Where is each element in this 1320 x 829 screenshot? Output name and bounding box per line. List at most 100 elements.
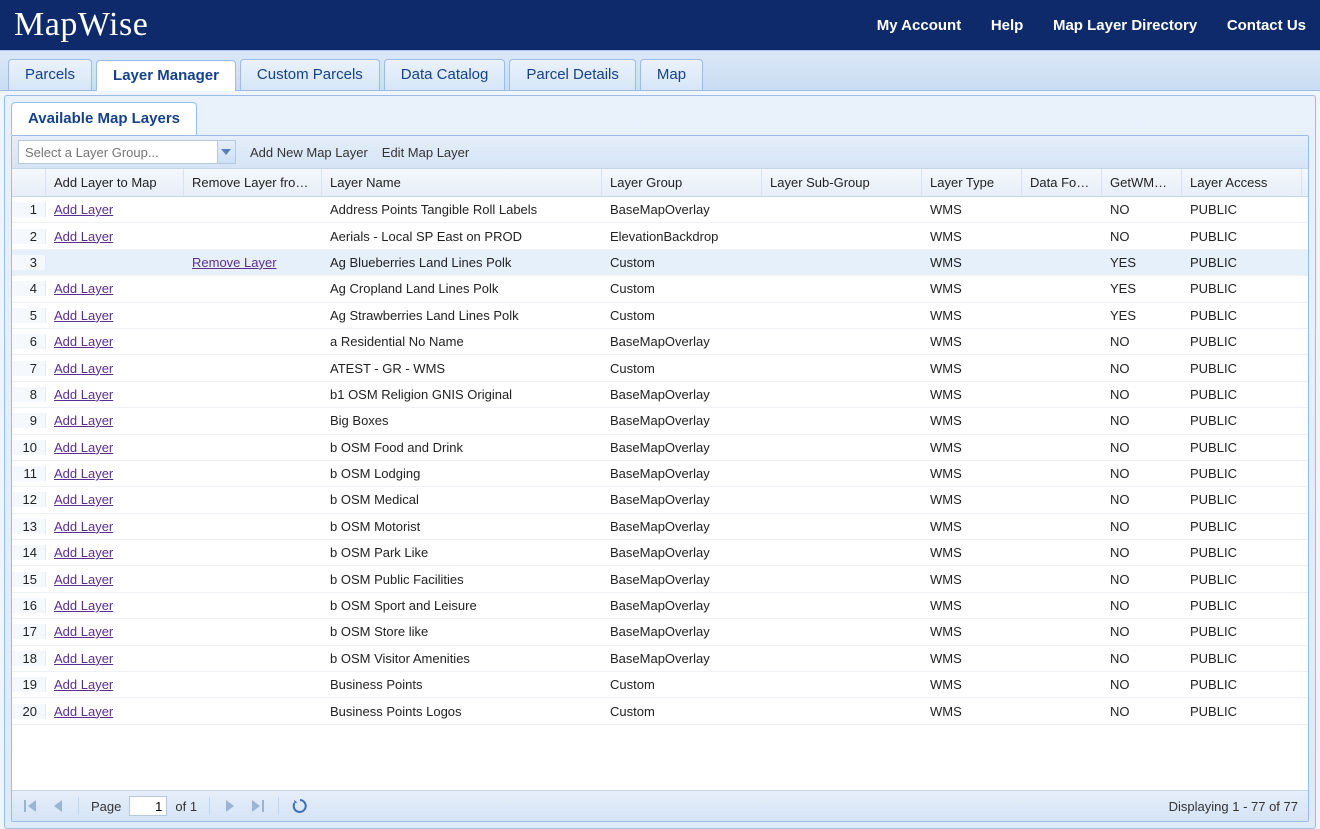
table-row[interactable]: 2 Add Layer Aerials - Local SP East on PRO… <box>12 223 1308 249</box>
cell-add-layer: Add Layer <box>46 651 184 666</box>
cell-layer-access: PUBLIC <box>1182 545 1302 560</box>
col-layer-group[interactable]: Layer Group <box>602 169 762 196</box>
add-layer-link[interactable]: Add Layer <box>54 572 113 587</box>
col-layer-name[interactable]: Layer Name <box>322 169 602 196</box>
add-layer-link[interactable]: Add Layer <box>54 229 113 244</box>
grid-body[interactable]: 1Add LayerAddress Points Tangible Roll L… <box>12 197 1308 790</box>
tab-data-catalog[interactable]: Data Catalog <box>384 59 506 90</box>
add-layer-link[interactable]: Add Layer <box>54 651 113 666</box>
cell-layer-name: b OSM Motorist <box>322 519 602 534</box>
add-layer-link[interactable]: Add Layer <box>54 308 113 323</box>
page-prev-button[interactable] <box>48 797 66 815</box>
table-row[interactable]: 16Add Layerb OSM Sport and LeisureBaseMa… <box>12 593 1308 619</box>
cell-layer-name: a Residential No Name <box>322 334 602 349</box>
col-layer-type[interactable]: Layer Type <box>922 169 1022 196</box>
page-next-icon <box>226 800 236 812</box>
table-row[interactable]: 11Add Layerb OSM LodgingBaseMapOverlayWM… <box>12 461 1308 487</box>
add-layer-link[interactable]: Add Layer <box>54 492 113 507</box>
content-panel: Available Map Layers Add New Map Layer E… <box>4 95 1316 829</box>
cell-layer-name: Address Points Tangible Roll Labels <box>322 202 602 217</box>
cell-layer-type: WMS <box>922 440 1022 455</box>
col-data-format[interactable]: Data Fo… <box>1022 169 1102 196</box>
add-layer-link[interactable]: Add Layer <box>54 545 113 560</box>
table-row[interactable]: 15Add Layerb OSM Public FacilitiesBaseMa… <box>12 566 1308 592</box>
add-layer-link[interactable]: Add Layer <box>54 361 113 376</box>
add-layer-link[interactable]: Add Layer <box>54 677 113 692</box>
nav-my-account[interactable]: My Account <box>877 17 961 34</box>
page-prev-icon <box>52 800 62 812</box>
cell-layer-type: WMS <box>922 545 1022 560</box>
row-number: 7 <box>12 361 46 376</box>
tab-parcels[interactable]: Parcels <box>8 59 92 90</box>
nav-help[interactable]: Help <box>991 17 1024 34</box>
col-rownum[interactable] <box>12 169 46 196</box>
table-row[interactable]: 12Add Layerb OSM MedicalBaseMapOverlayWM… <box>12 487 1308 513</box>
add-layer-link[interactable]: Add Layer <box>54 624 113 639</box>
remove-layer-link[interactable]: Remove Layer <box>192 255 277 270</box>
layer-group-input[interactable] <box>19 141 217 163</box>
col-layer-access[interactable]: Layer Access <box>1182 169 1302 196</box>
page-next-button[interactable] <box>222 797 240 815</box>
row-number: 20 <box>12 704 46 719</box>
col-layer-subgroup[interactable]: Layer Sub-Group <box>762 169 922 196</box>
refresh-button[interactable] <box>291 797 309 815</box>
grid-panel: Add New Map Layer Edit Map Layer Add Lay… <box>11 135 1309 822</box>
cell-getwms: NO <box>1102 492 1182 507</box>
layer-group-combo[interactable] <box>18 140 236 164</box>
table-row[interactable]: 19Add LayerBusiness PointsCustomWMSNOPUB… <box>12 672 1308 698</box>
table-row[interactable]: 13Add Layerb OSM MotoristBaseMapOverlayW… <box>12 514 1308 540</box>
table-row[interactable]: 17Add Layerb OSM Store likeBaseMapOverla… <box>12 619 1308 645</box>
subtab-available-layers[interactable]: Available Map Layers <box>11 102 197 135</box>
cell-layer-name: b OSM Lodging <box>322 466 602 481</box>
tab-custom-parcels[interactable]: Custom Parcels <box>240 59 380 90</box>
add-layer-link[interactable]: Add Layer <box>54 598 113 613</box>
cell-layer-name: Aerials - Local SP East on PROD <box>322 229 602 244</box>
table-row[interactable]: 6Add Layera Residential No NameBaseMapOv… <box>12 329 1308 355</box>
add-layer-link[interactable]: Add Layer <box>54 440 113 455</box>
brand-logo: MapWise <box>14 6 148 44</box>
combo-trigger[interactable] <box>217 141 235 163</box>
table-row[interactable]: 14Add Layerb OSM Park LikeBaseMapOverlay… <box>12 540 1308 566</box>
add-layer-link[interactable]: Add Layer <box>54 704 113 719</box>
cell-layer-type: WMS <box>922 704 1022 719</box>
col-add-layer[interactable]: Add Layer to Map <box>46 169 184 196</box>
add-layer-link[interactable]: Add Layer <box>54 202 113 217</box>
cell-getwms: NO <box>1102 572 1182 587</box>
col-getwms[interactable]: GetWM… <box>1102 169 1182 196</box>
nav-map-layer-directory[interactable]: Map Layer Directory <box>1053 17 1197 34</box>
table-row[interactable]: 10Add Layerb OSM Food and DrinkBaseMapOv… <box>12 435 1308 461</box>
table-row[interactable]: 5Add LayerAg Strawberries Land Lines Pol… <box>12 303 1308 329</box>
edit-map-layer-button[interactable]: Edit Map Layer <box>382 145 469 160</box>
add-layer-link[interactable]: Add Layer <box>54 281 113 296</box>
cell-add-layer: Add Layer <box>46 413 184 428</box>
tab-layer-manager[interactable]: Layer Manager <box>96 60 236 91</box>
add-layer-link[interactable]: Add Layer <box>54 519 113 534</box>
cell-layer-type: WMS <box>922 229 1022 244</box>
table-row[interactable]: 18Add Layerb OSM Visitor AmenitiesBaseMa… <box>12 646 1308 672</box>
table-row[interactable]: 3Remove LayerAg Blueberries Land Lines P… <box>12 250 1308 276</box>
add-layer-link[interactable]: Add Layer <box>54 413 113 428</box>
page-first-button[interactable] <box>22 797 40 815</box>
page-number-input[interactable] <box>129 796 167 816</box>
table-row[interactable]: 8Add Layerb1 OSM Religion GNIS OriginalB… <box>12 382 1308 408</box>
table-row[interactable]: 1Add LayerAddress Points Tangible Roll L… <box>12 197 1308 223</box>
cell-layer-access: PUBLIC <box>1182 413 1302 428</box>
table-row[interactable]: 4Add LayerAg Cropland Land Lines PolkCus… <box>12 276 1308 302</box>
row-number: 17 <box>12 624 46 639</box>
table-row[interactable]: 20Add LayerBusiness Points LogosCustomWM… <box>12 698 1308 724</box>
page-last-button[interactable] <box>248 797 266 815</box>
add-layer-link[interactable]: Add Layer <box>54 334 113 349</box>
table-row[interactable]: 7Add LayerATEST - GR - WMSCustomWMSNOPUB… <box>12 355 1308 381</box>
top-nav: My Account Help Map Layer Directory Cont… <box>851 17 1306 34</box>
add-layer-link[interactable]: Add Layer <box>54 387 113 402</box>
tab-parcel-details[interactable]: Parcel Details <box>509 59 636 90</box>
table-row[interactable]: 9Add LayerBig BoxesBaseMapOverlayWMSNOPU… <box>12 408 1308 434</box>
add-new-map-layer-button[interactable]: Add New Map Layer <box>250 145 368 160</box>
tab-map[interactable]: Map <box>640 59 703 90</box>
add-layer-link[interactable]: Add Layer <box>54 466 113 481</box>
row-number: 2 <box>12 229 46 244</box>
cell-layer-group: BaseMapOverlay <box>602 440 762 455</box>
nav-contact-us[interactable]: Contact Us <box>1227 17 1306 34</box>
col-remove-layer[interactable]: Remove Layer fro… <box>184 169 322 196</box>
paging-toolbar: Page of 1 Displaying 1 - 77 of <box>12 790 1308 821</box>
